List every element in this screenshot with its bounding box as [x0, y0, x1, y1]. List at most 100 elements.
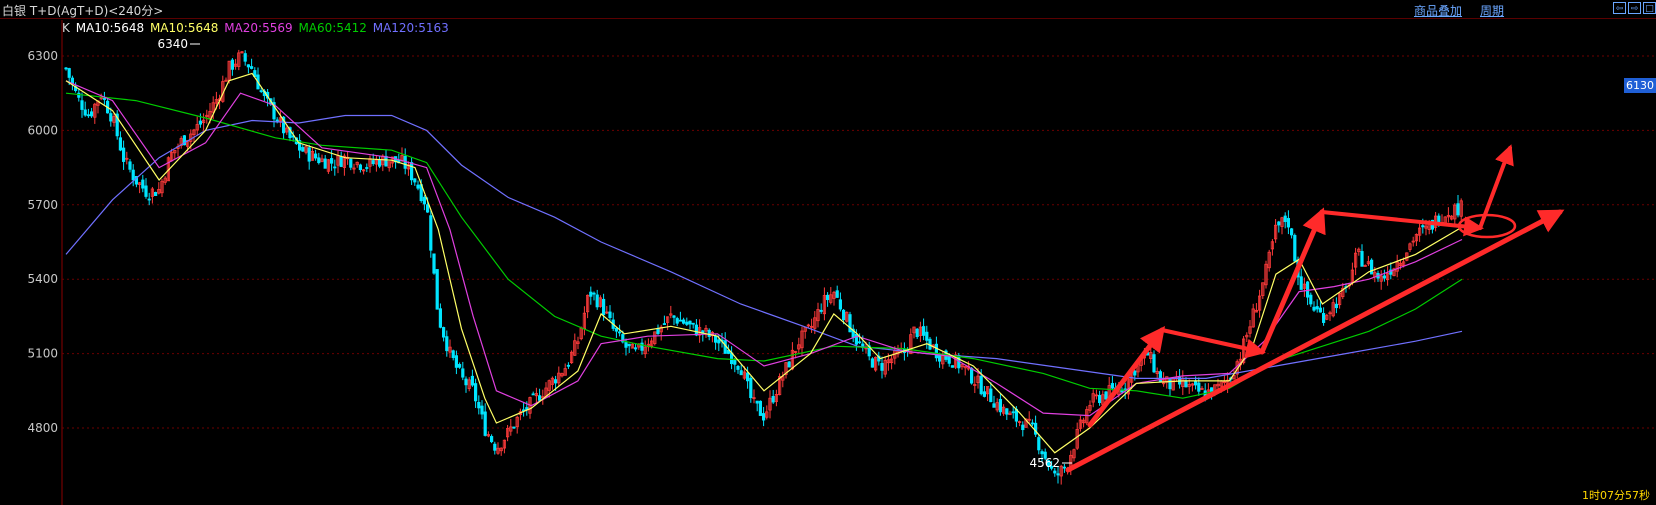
candle-body: [384, 155, 388, 167]
candle-body: [554, 379, 558, 384]
candle-body: [1299, 276, 1303, 290]
candle-body: [592, 292, 596, 295]
candle-body: [925, 331, 929, 341]
candle-body: [1293, 235, 1297, 262]
candle-body: [1290, 228, 1294, 236]
candle-body: [1152, 354, 1156, 373]
candle-body: [435, 269, 439, 310]
candle-body: [429, 215, 433, 251]
candle-body: [1318, 307, 1322, 313]
candle-body: [489, 436, 494, 443]
candle-body: [441, 327, 446, 338]
candle-body: [938, 354, 942, 362]
candle-body: [746, 372, 750, 382]
candle-body: [416, 184, 420, 189]
candle-body: [329, 158, 334, 164]
candle-body: [998, 398, 1003, 413]
candle-body: [102, 98, 106, 100]
candle-body: [755, 400, 759, 404]
candle-body: [1053, 470, 1057, 474]
candle-body: [1306, 281, 1310, 298]
candle-body: [141, 179, 145, 189]
candle-body: [512, 426, 516, 429]
candle-body: [627, 343, 631, 347]
candle-body: [483, 411, 487, 436]
candle-body: [131, 169, 135, 181]
candle-body: [1286, 218, 1290, 228]
candle-body: [1011, 411, 1015, 414]
candle-body: [675, 318, 679, 324]
candle-body: [128, 161, 132, 170]
candle-body: [122, 147, 126, 162]
candle-body: [771, 396, 775, 403]
candle-body: [694, 324, 699, 336]
candle-body: [464, 378, 468, 386]
candle-body: [835, 290, 839, 298]
candle-body: [614, 327, 619, 332]
candle-body: [762, 413, 766, 421]
y-tick-label: 5400: [27, 272, 58, 286]
candle-body: [470, 375, 475, 386]
candle-body: [717, 339, 721, 344]
candle-body: [1334, 303, 1338, 309]
candle-body: [425, 204, 430, 213]
candle-body: [682, 319, 686, 324]
candle-body: [1110, 383, 1114, 389]
candle-body: [595, 294, 599, 308]
y-tick-label: 4800: [27, 421, 58, 435]
candle-body: [662, 323, 667, 325]
candle-body: [313, 153, 318, 159]
candle-body: [451, 350, 455, 358]
candle-body: [249, 66, 254, 69]
candle-body: [333, 166, 337, 169]
candle-body: [422, 196, 427, 205]
candle-body: [736, 365, 740, 370]
high-price-label: 6340: [157, 37, 188, 51]
candle-body: [707, 329, 711, 337]
candle-body: [826, 294, 830, 301]
candle-body: [1322, 313, 1326, 323]
candle-body: [1421, 225, 1425, 228]
candle-body: [198, 120, 202, 125]
candle-body: [64, 67, 68, 70]
candle-body: [118, 137, 122, 151]
candle-body: [1158, 371, 1162, 383]
candle-body: [1197, 382, 1201, 392]
candle-body: [531, 393, 535, 396]
candle-body: [259, 90, 263, 92]
candle-body: [992, 403, 996, 408]
candle-body: [1104, 391, 1108, 400]
candle-body: [438, 308, 443, 328]
candle-body: [1194, 380, 1198, 386]
candle-body: [714, 335, 718, 343]
candle-body: [377, 159, 382, 167]
candle-body: [672, 315, 676, 318]
candle-body: [685, 321, 689, 325]
candle-body: [691, 322, 695, 325]
candle-body: [339, 156, 343, 167]
candle-body: [758, 400, 763, 416]
candle-body: [1005, 408, 1009, 415]
candle-body: [934, 343, 939, 359]
candle-body: [323, 158, 327, 169]
candle-body: [733, 359, 737, 365]
countdown-timer: 1时07分57秒: [1582, 489, 1650, 502]
candle-body: [1030, 422, 1034, 425]
candle-body: [457, 364, 462, 368]
candle-body: [624, 342, 628, 348]
candle-body: [858, 341, 862, 344]
candle-body: [989, 388, 993, 403]
candle-body: [480, 405, 484, 415]
candle-body: [445, 336, 449, 352]
candle-body: [880, 363, 884, 371]
candle-body: [1056, 473, 1060, 476]
candle-body: [349, 158, 353, 168]
candle-body: [1360, 251, 1364, 267]
y-tick-label: 5700: [27, 198, 58, 212]
candle-body: [413, 178, 417, 183]
candle-body: [493, 443, 497, 451]
candle-body: [1133, 370, 1137, 376]
candle-body: [473, 383, 478, 402]
candle-body: [86, 114, 90, 117]
candle-body: [947, 356, 951, 364]
